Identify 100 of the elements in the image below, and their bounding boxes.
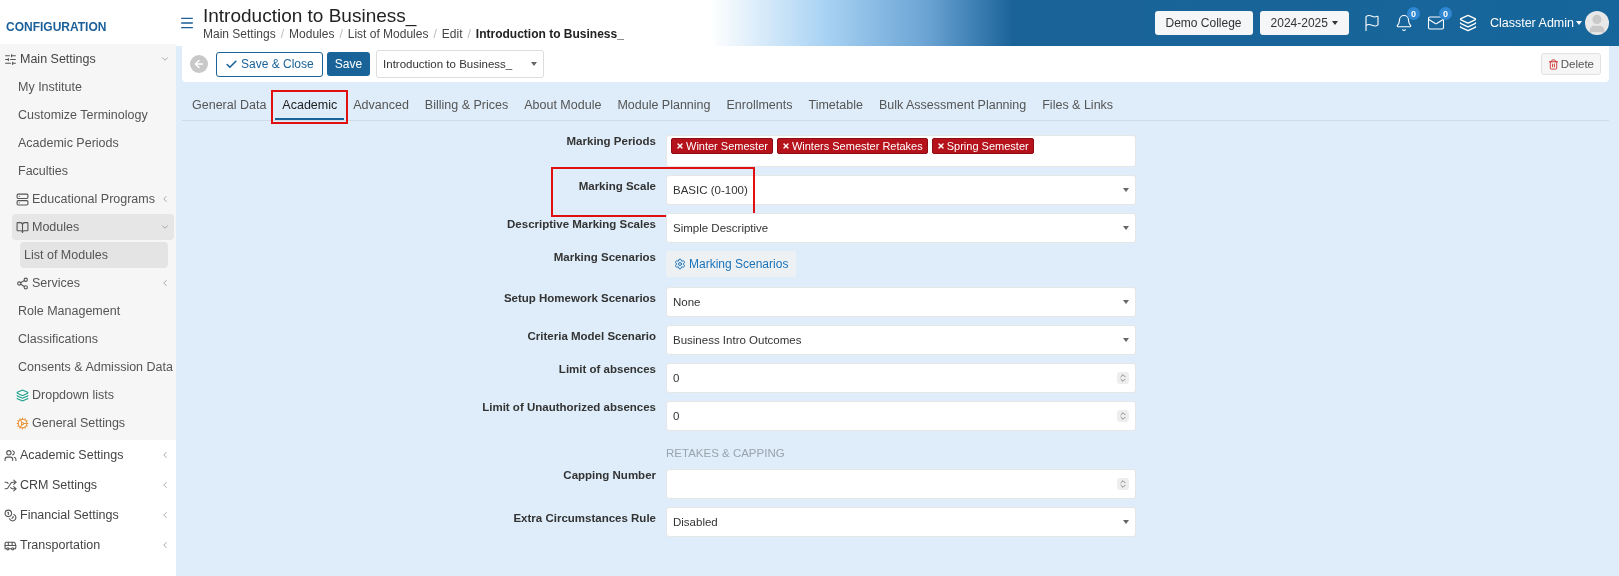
breadcrumb[interactable]: Main Settings: [203, 27, 276, 41]
arrow-left-icon: [193, 58, 205, 70]
sidebar-item[interactable]: Financial Settings: [0, 502, 174, 528]
field-label: Marking Scale: [577, 179, 656, 194]
field-label: Descriptive Marking Scales: [506, 217, 656, 232]
sidebar-item[interactable]: Role Management: [14, 298, 174, 324]
tag[interactable]: Winters Semester Retakes: [776, 138, 928, 154]
save-button[interactable]: Save: [326, 52, 371, 76]
book-icon: [16, 220, 29, 234]
institution-button[interactable]: Demo College: [1154, 11, 1253, 35]
sidebar-item[interactable]: Modules: [12, 214, 174, 240]
mail-icon[interactable]: [1426, 14, 1445, 32]
message-badge: 0: [1438, 7, 1452, 20]
sidebar-item[interactable]: General Settings: [12, 410, 174, 436]
layers-icon[interactable]: [1458, 14, 1477, 32]
caret-icon: [1123, 188, 1129, 192]
number-field[interactable]: [666, 469, 1136, 499]
tab[interactable]: General Data: [185, 94, 274, 120]
caret-icon: [1123, 520, 1129, 524]
tab[interactable]: About Module: [517, 94, 609, 120]
breadcrumb[interactable]: Modules: [289, 27, 335, 41]
menu-icon[interactable]: [179, 15, 195, 31]
spinner-icon: [1117, 410, 1129, 422]
gear-icon: [674, 258, 686, 270]
tag[interactable]: Winter Semester: [671, 138, 773, 154]
sidebar-item[interactable]: Dropdown lists: [12, 382, 174, 408]
chevron-icon: [160, 194, 170, 204]
sidebar-item[interactable]: Transportation: [0, 532, 174, 558]
sidebar-item[interactable]: My Institute: [14, 74, 174, 100]
breadcrumb-separator: /: [280, 27, 285, 41]
select-field[interactable]: Disabled: [666, 507, 1136, 537]
caret-icon: [1123, 226, 1129, 230]
shuffle-icon: [4, 478, 17, 492]
sidebar-item[interactable]: List of Modules: [20, 242, 168, 268]
sidebar-item[interactable]: Services: [12, 270, 174, 296]
select-field[interactable]: None: [666, 287, 1136, 317]
breadcrumb: Introduction to Business_: [475, 27, 624, 41]
chevron-icon: [160, 510, 170, 520]
tab[interactable]: Module Planning: [610, 94, 718, 120]
check-icon: [225, 57, 238, 71]
select-field[interactable]: Business Intro Outcomes: [666, 325, 1136, 355]
sliders-icon: [4, 52, 17, 66]
tab[interactable]: Bulk Assessment Planning: [871, 94, 1034, 120]
scenarios-button[interactable]: Marking Scenarios: [666, 251, 797, 277]
sidebar-heading: CONFIGURATION: [5, 19, 108, 36]
sidebar-item[interactable]: Consents & Admission Data: [14, 354, 174, 380]
tab[interactable]: Timetable: [801, 94, 870, 120]
number-field[interactable]: 0: [666, 401, 1136, 431]
tab[interactable]: Billing & Prices: [417, 94, 516, 120]
sidebar-item[interactable]: Academic Periods: [14, 130, 174, 156]
record-dropdown[interactable]: Introduction to Business_: [376, 50, 545, 78]
breadcrumb-separator: /: [467, 27, 471, 41]
gear-icon: [16, 416, 29, 430]
chevron-icon: [160, 540, 170, 550]
tag-field[interactable]: Winter Semester Winters Semester Retakes Spring Semester: [666, 135, 1136, 167]
caret-icon: [1123, 338, 1129, 342]
breadcrumb[interactable]: List of Modules: [347, 27, 429, 41]
breadcrumb-separator: /: [433, 27, 437, 41]
sidebar-item[interactable]: Academic Settings: [0, 442, 174, 468]
delete-button[interactable]: Delete: [1540, 53, 1601, 75]
spinner-icon: [1117, 478, 1129, 490]
section-heading: RETAKES & CAPPING: [666, 446, 786, 461]
flag-icon[interactable]: [1362, 14, 1381, 32]
select-field[interactable]: BASIC (0-100): [666, 175, 1136, 205]
chevron-icon: [160, 480, 170, 490]
avatar[interactable]: [1585, 11, 1609, 35]
user-menu[interactable]: Classter Admin: [1489, 16, 1582, 30]
people-icon: [4, 448, 17, 462]
sidebar-item[interactable]: Educational Programs: [12, 186, 174, 212]
save-close-button[interactable]: Save & Close: [216, 51, 323, 77]
chevron-icon: [160, 450, 170, 460]
chevron-icon: [160, 278, 170, 288]
remove-icon[interactable]: [936, 142, 945, 150]
bell-icon[interactable]: [1394, 14, 1413, 32]
number-field[interactable]: 0: [666, 363, 1136, 393]
tab[interactable]: Files & Links: [1035, 94, 1121, 120]
year-dropdown[interactable]: 2024-2025: [1259, 11, 1349, 35]
field-label: Limit of Unauthorized absences: [481, 401, 656, 415]
breadcrumb[interactable]: Edit: [441, 27, 463, 41]
tab[interactable]: Advanced: [346, 94, 416, 120]
remove-icon[interactable]: [676, 142, 684, 150]
field-label: Setup Homework Scenarios: [502, 291, 656, 306]
field-label: Capping Number: [562, 469, 656, 483]
sidebar-item[interactable]: Faculties: [14, 158, 174, 184]
breadcrumb-separator: /: [339, 27, 343, 41]
sidebar-item[interactable]: CRM Settings: [0, 472, 174, 498]
trash-icon: [1547, 58, 1559, 70]
sidebar-item[interactable]: Customize Terminology: [14, 102, 174, 128]
sidebar-item[interactable]: Classifications: [14, 326, 174, 352]
nodes-icon: [16, 276, 29, 290]
field-label: Marking Periods: [565, 135, 656, 149]
remove-icon[interactable]: [781, 142, 790, 150]
tag[interactable]: Spring Semester: [931, 138, 1034, 154]
field-label: Criteria Model Scenario: [526, 329, 656, 344]
field-label: Marking Scenarios: [552, 251, 656, 265]
chevron-icon: [160, 54, 170, 64]
tab[interactable]: Enrollments: [719, 94, 800, 120]
select-field[interactable]: Simple Descriptive: [666, 213, 1136, 243]
sidebar-item[interactable]: Main Settings: [0, 46, 174, 72]
page-title: Introduction to Business_: [203, 5, 418, 27]
